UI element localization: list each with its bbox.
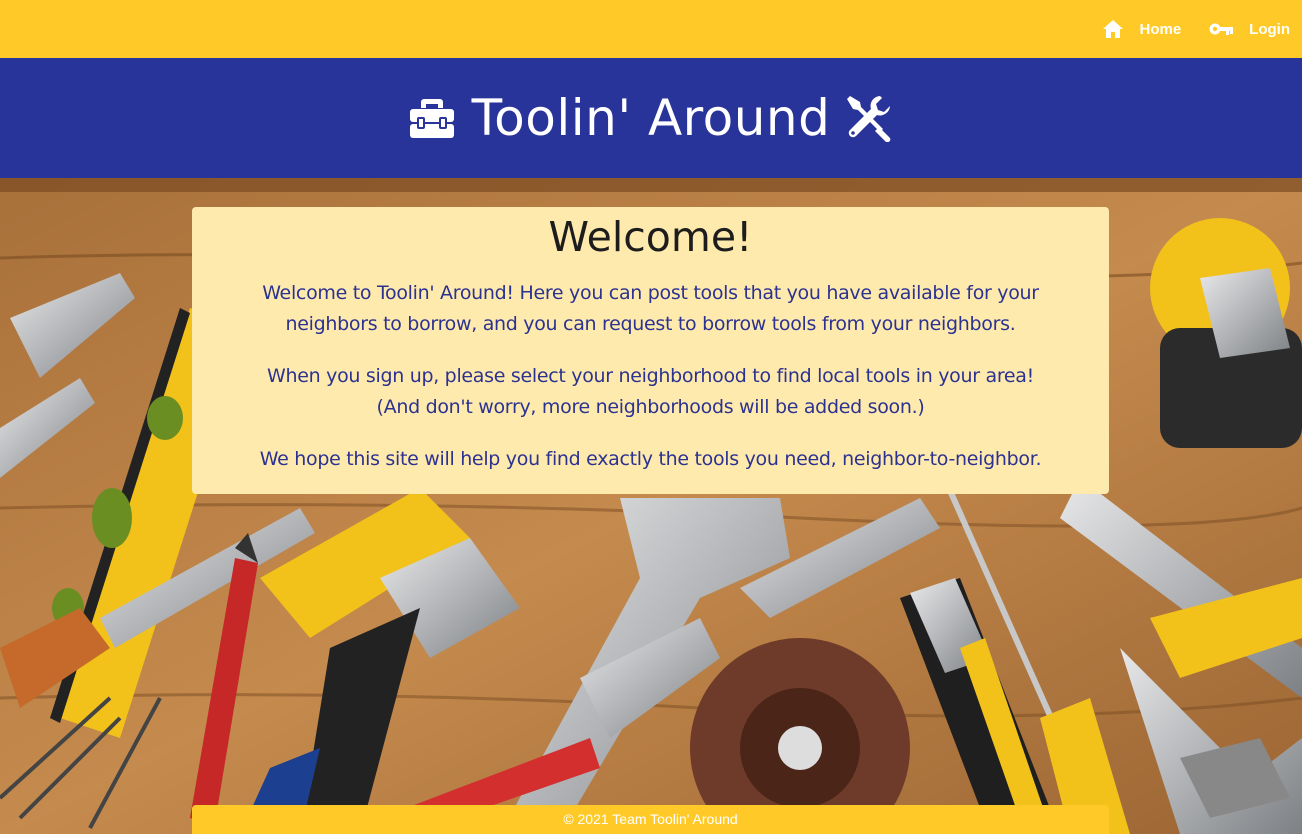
- welcome-paragraph-closing: We hope this site will help you find exa…: [259, 448, 1042, 471]
- nav-home-link[interactable]: Home: [1103, 20, 1181, 38]
- site-header: Toolin' Around: [0, 58, 1302, 178]
- welcome-paragraph-signup: When you sign up, please select your nei…: [192, 361, 1109, 423]
- top-nav: Home Login: [0, 0, 1302, 58]
- key-icon: [1209, 23, 1234, 35]
- home-icon: [1103, 20, 1124, 38]
- welcome-paragraph-signup-line-1: When you sign up, please select your nei…: [267, 365, 1034, 388]
- site-footer: © 2021 Team Toolin' Around: [192, 805, 1109, 834]
- welcome-card: Welcome! Welcome to Toolin' Around! Here…: [192, 207, 1109, 494]
- welcome-paragraph-intro: Welcome to Toolin' Around! Here you can …: [192, 278, 1109, 340]
- welcome-paragraph-intro-line-2: neighbors to borrow, and you can request…: [285, 313, 1016, 336]
- nav-home-label: Home: [1139, 20, 1182, 38]
- nav-login-label: Login: [1249, 20, 1290, 38]
- toolbox-icon: [409, 99, 454, 138]
- nav-login-link[interactable]: Login: [1209, 21, 1290, 38]
- site-title: Toolin' Around: [471, 89, 831, 147]
- welcome-heading: Welcome!: [548, 213, 753, 261]
- tools-icon: [847, 96, 891, 142]
- welcome-paragraph-signup-line-2: (And don't worry, more neighborhoods wil…: [376, 396, 925, 419]
- welcome-paragraph-intro-line-1: Welcome to Toolin' Around! Here you can …: [262, 282, 1039, 305]
- footer-copyright: © 2021 Team Toolin' Around: [563, 811, 738, 827]
